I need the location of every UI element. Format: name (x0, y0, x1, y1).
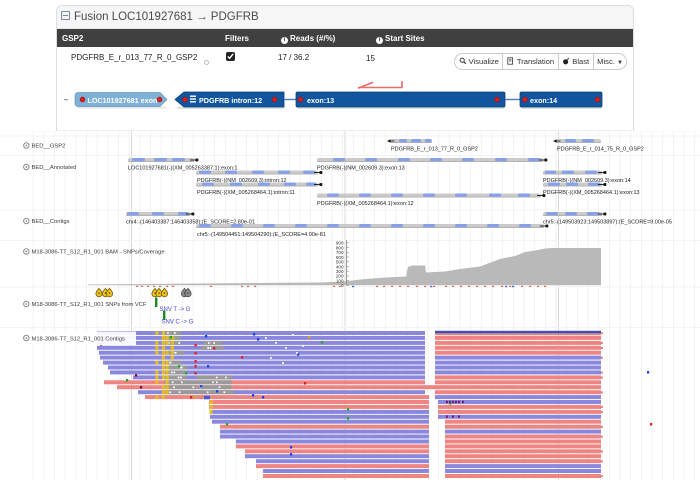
svg-text:exon:13: exon:13 (307, 96, 334, 105)
svg-text:exon:14: exon:14 (530, 96, 557, 105)
svg-text:LOC101927681 exon: LOC101927681 exon (88, 96, 158, 105)
svg-text:PDGFRB intron:12: PDGFRB intron:12 (199, 96, 262, 105)
